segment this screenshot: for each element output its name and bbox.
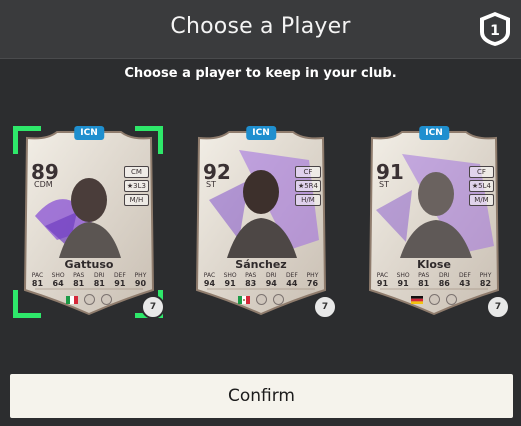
icon-badge: ICN — [246, 126, 276, 140]
stat-sho: SHO 91 — [396, 272, 410, 288]
player-name: Gattuso — [64, 258, 114, 271]
player-tags: CF ★5R4 H/M — [294, 166, 321, 206]
player-tags: CF ★5L4 M/M — [468, 166, 494, 206]
player-stats: PAC 94 SHO 91 PAS 83 DRI 94 DEF 44 PHY 76 — [201, 272, 321, 288]
work-rate-tag: H/M — [294, 194, 321, 206]
player-position: ST — [379, 180, 389, 189]
stat-pac: PAC 91 — [376, 272, 389, 288]
svg-text:1: 1 — [490, 23, 500, 39]
stat-dri: DRI 81 — [93, 272, 105, 288]
card-footer-icons — [189, 294, 333, 305]
stat-def: DEF 43 — [458, 272, 471, 288]
player-stats: PAC 81 SHO 64 PAS 81 DRI 81 DEF 91 PHY 90 — [29, 272, 149, 288]
chemistry-badge: 7 — [313, 295, 337, 319]
player-tags: CM ★3L3 M/H — [123, 166, 149, 206]
germany-flag-icon — [411, 295, 423, 304]
choose-player-modal: Choose a Player 1 Choose a player to kee… — [0, 0, 521, 426]
player-position: CDM — [34, 180, 53, 189]
player-name: Sánchez — [235, 258, 287, 271]
chemistry-badge: 7 — [486, 295, 510, 319]
player-card-gattuso[interactable]: ICN 89 CDM CM ★3L3 M/H Gattuso PAC 81 SHO… — [13, 126, 165, 319]
chemistry-badge: 7 — [141, 295, 165, 319]
stat-pas: PAS 83 — [245, 272, 257, 288]
stat-phy: PHY 90 — [134, 272, 147, 288]
club-badge-icon: 1 — [480, 12, 510, 46]
player-card-sanchez[interactable]: ICN 92 ST CF ★5R4 H/M Sánchez PAC 94 SHO 9… — [189, 126, 337, 319]
player-name: Klose — [417, 258, 451, 271]
skill-foot-tag: ★3L3 — [123, 180, 149, 192]
player-position: ST — [206, 180, 216, 189]
icons-league-icon — [256, 294, 267, 305]
player-stats: PAC 91 SHO 91 PAS 81 DRI 86 DEF 43 PHY 82 — [374, 272, 494, 288]
icons-club-icon — [101, 294, 112, 305]
work-rate-tag: M/H — [123, 194, 149, 206]
icons-club-icon — [446, 294, 457, 305]
alt-position-tag: CM — [123, 166, 149, 178]
work-rate-tag: M/M — [468, 194, 494, 206]
card-footer-icons — [362, 294, 506, 305]
stat-pas: PAS 81 — [73, 272, 85, 288]
page-title: Choose a Player — [170, 14, 351, 39]
stat-def: DEF 91 — [113, 272, 126, 288]
stat-sho: SHO 91 — [223, 272, 237, 288]
skill-foot-tag: ★5L4 — [468, 180, 494, 192]
player-card-klose[interactable]: ICN 91 ST CF ★5L4 M/M Klose PAC 91 SHO 91 … — [362, 126, 510, 319]
stat-phy: PHY 76 — [306, 272, 319, 288]
stat-pac: PAC 81 — [31, 272, 44, 288]
icon-badge: ICN — [419, 126, 449, 140]
skill-foot-tag: ★5R4 — [294, 180, 321, 192]
icons-club-icon — [273, 294, 284, 305]
icon-badge: ICN — [74, 126, 104, 140]
stat-dri: DRI 94 — [265, 272, 277, 288]
stat-dri: DRI 86 — [438, 272, 450, 288]
card-footer-icons — [17, 294, 161, 305]
confirm-button[interactable]: Confirm — [10, 374, 513, 418]
icons-league-icon — [429, 294, 440, 305]
card-frame — [195, 131, 327, 316]
stat-phy: PHY 82 — [479, 272, 492, 288]
selection-brackets — [13, 126, 163, 318]
modal-header: Choose a Player 1 — [0, 0, 521, 59]
instruction-text: Choose a player to keep in your club. — [124, 66, 397, 81]
stat-pas: PAS 81 — [418, 272, 430, 288]
stat-def: DEF 44 — [285, 272, 298, 288]
alt-position-tag: CF — [468, 166, 494, 178]
icons-league-icon — [84, 294, 95, 305]
card-frame — [368, 131, 500, 316]
stat-sho: SHO 64 — [51, 272, 65, 288]
alt-position-tag: CF — [294, 166, 321, 178]
stat-pac: PAC 94 — [203, 272, 216, 288]
italy-flag-icon — [66, 295, 78, 304]
mexico-flag-icon — [238, 295, 250, 304]
